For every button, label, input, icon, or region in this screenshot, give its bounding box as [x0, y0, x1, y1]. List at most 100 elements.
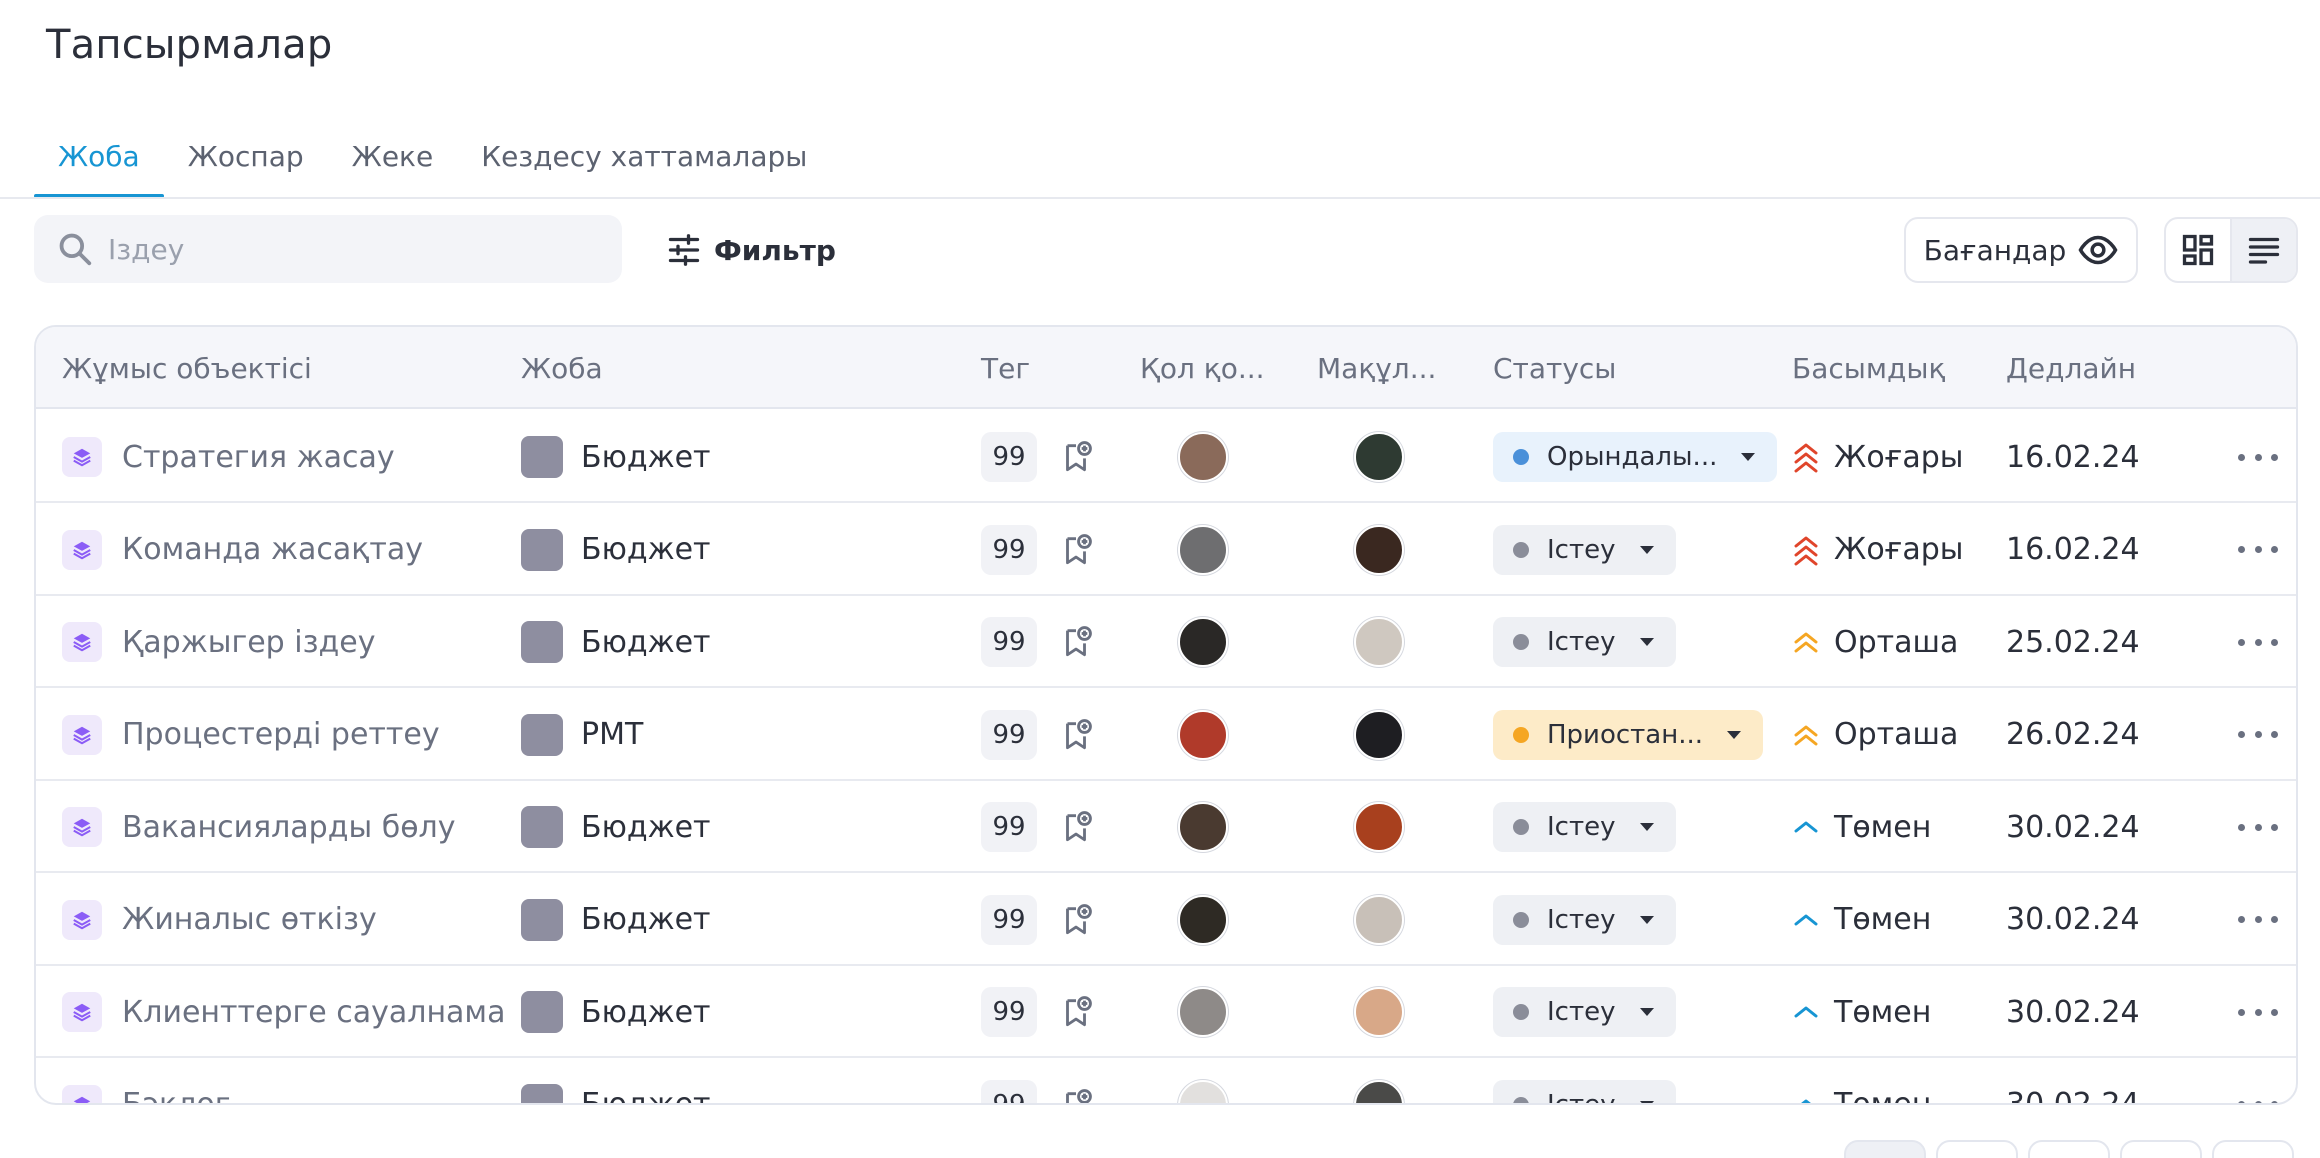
task-type-icon — [62, 807, 102, 847]
header-signed[interactable]: Қол қо... — [1140, 327, 1265, 409]
avatar[interactable] — [1178, 802, 1228, 852]
table-row[interactable]: Вакансияларды бөлу Бюджет 99 Істеу Төмен… — [36, 781, 2296, 873]
more-horizontal-icon[interactable] — [2238, 447, 2278, 467]
tab-meeting-minutes[interactable]: Кездесу хаттамалары — [457, 134, 831, 198]
bookmark-plus-icon[interactable] — [1059, 903, 1093, 937]
tag-count-badge[interactable]: 99 — [981, 617, 1037, 667]
header-task[interactable]: Жұмыс объектісі — [62, 327, 312, 409]
status-dropdown[interactable]: Істеу — [1493, 524, 1676, 575]
status-dropdown[interactable]: Істеу — [1493, 1079, 1676, 1103]
tag-count-badge[interactable]: 99 — [981, 802, 1037, 852]
bookmark-plus-icon[interactable] — [1059, 1088, 1093, 1106]
list-view-button[interactable] — [2230, 219, 2296, 281]
table-row[interactable]: Бэклог Бюджет 99 Істеу Төмен 30.02.24 — [36, 1059, 2296, 1106]
bookmark-plus-icon[interactable] — [1059, 625, 1093, 659]
avatar[interactable] — [1178, 524, 1228, 575]
sliders-icon — [668, 234, 700, 266]
header-tag[interactable]: Тег — [981, 327, 1030, 409]
task-name[interactable]: Клиенттерге сауалнама — [122, 995, 505, 1030]
status-dropdown[interactable]: Орындалы... — [1493, 432, 1778, 482]
status-dropdown[interactable]: Істеу — [1493, 987, 1676, 1037]
task-name[interactable]: Стратегия жасау — [122, 440, 395, 475]
pagination-button[interactable] — [2028, 1140, 2110, 1158]
avatar[interactable] — [1178, 617, 1228, 667]
table-row[interactable]: Стратегия жасау Бюджет 99 Орындалы... Жо… — [36, 411, 2296, 503]
tab-plan[interactable]: Жоспар — [164, 134, 328, 198]
tab-personal[interactable]: Жеке — [328, 134, 458, 198]
search-input[interactable] — [108, 232, 588, 266]
table-row[interactable]: Процестерді реттеу РМТ 99 Приостан... Ор… — [36, 689, 2296, 781]
avatar[interactable] — [1354, 617, 1404, 667]
grid-view-button[interactable] — [2166, 219, 2230, 281]
task-cell: Қаржыгер іздеу — [62, 596, 375, 688]
bookmark-plus-icon[interactable] — [1059, 718, 1093, 752]
status-dropdown[interactable]: Істеу — [1493, 894, 1676, 945]
more-horizontal-icon[interactable] — [2238, 540, 2278, 560]
task-name[interactable]: Бэклог — [122, 1087, 230, 1103]
header-priority[interactable]: Басымдық — [1792, 327, 1945, 409]
avatar[interactable] — [1178, 432, 1228, 482]
bookmark-plus-icon[interactable] — [1059, 995, 1093, 1029]
avatar[interactable] — [1178, 894, 1228, 945]
status-dot — [1513, 1096, 1529, 1103]
more-horizontal-icon[interactable] — [2238, 910, 2278, 930]
more-horizontal-icon[interactable] — [2238, 817, 2278, 837]
bookmark-plus-icon[interactable] — [1059, 810, 1093, 844]
table-row[interactable]: Клиенттерге сауалнама Бюджет 99 Істеу Тө… — [36, 966, 2296, 1058]
avatar[interactable] — [1178, 1079, 1228, 1103]
pagination-button[interactable] — [1844, 1140, 1926, 1158]
tag-count-badge[interactable]: 99 — [981, 1079, 1037, 1103]
table-row[interactable]: Команда жасақтау Бюджет 99 Істеу Жоғары … — [36, 504, 2296, 596]
status-dropdown[interactable]: Істеу — [1493, 802, 1676, 852]
task-name[interactable]: Команда жасақтау — [122, 532, 423, 567]
avatar[interactable] — [1354, 524, 1404, 575]
task-name[interactable]: Жиналыс өткізу — [122, 902, 377, 937]
deadline-date: 25.02.24 — [2006, 624, 2140, 660]
avatar[interactable] — [1178, 987, 1228, 1037]
header-deadline[interactable]: Дедлайн — [2006, 327, 2136, 409]
status-dropdown[interactable]: Істеу — [1493, 617, 1676, 667]
more-horizontal-icon[interactable] — [2238, 632, 2278, 652]
avatar[interactable] — [1354, 987, 1404, 1037]
avatar[interactable] — [1178, 709, 1228, 760]
more-horizontal-icon[interactable] — [2238, 1002, 2278, 1022]
search-box[interactable] — [34, 215, 622, 283]
tag-count-badge[interactable]: 99 — [981, 524, 1037, 575]
more-horizontal-icon[interactable] — [2238, 1095, 2278, 1103]
filter-button[interactable]: Фильтр — [666, 222, 836, 278]
deadline-cell: 16.02.24 — [2006, 411, 2140, 503]
status-label: Істеу — [1547, 997, 1616, 1027]
header-status[interactable]: Статусы — [1493, 327, 1616, 409]
status-dropdown[interactable]: Приостан... — [1493, 709, 1764, 760]
tag-count-badge[interactable]: 99 — [981, 894, 1037, 945]
more-horizontal-icon[interactable] — [2238, 725, 2278, 745]
task-name[interactable]: Процестерді реттеу — [122, 717, 440, 752]
task-name[interactable]: Қаржыгер іздеу — [122, 625, 375, 660]
tab-project[interactable]: Жоба — [34, 134, 164, 198]
table-row[interactable]: Жиналыс өткізу Бюджет 99 Істеу Төмен 30.… — [36, 874, 2296, 966]
avatar[interactable] — [1354, 709, 1404, 760]
tag-cell: 99 — [981, 411, 1093, 503]
bookmark-plus-icon[interactable] — [1059, 533, 1093, 567]
avatar[interactable] — [1354, 432, 1404, 482]
bookmark-plus-icon[interactable] — [1059, 440, 1093, 474]
avatar[interactable] — [1354, 894, 1404, 945]
avatar[interactable] — [1354, 802, 1404, 852]
tag-count-badge[interactable]: 99 — [981, 709, 1037, 760]
avatar[interactable] — [1354, 1079, 1404, 1103]
pagination-button[interactable] — [1936, 1140, 2018, 1158]
header-approved[interactable]: Мақұл... — [1317, 327, 1436, 409]
columns-button[interactable]: Бағандар — [1904, 217, 2138, 283]
pagination-button[interactable] — [2120, 1140, 2202, 1158]
header-project[interactable]: Жоба — [521, 327, 603, 409]
row-actions — [2238, 411, 2278, 503]
table-row[interactable]: Қаржыгер іздеу Бюджет 99 Істеу Орташа 25… — [36, 596, 2296, 688]
tag-count-badge[interactable]: 99 — [981, 432, 1037, 482]
priority-cell: Орташа — [1792, 596, 1958, 688]
project-color-square — [521, 713, 563, 756]
task-name[interactable]: Вакансияларды бөлу — [122, 810, 455, 845]
status-label: Істеу — [1547, 812, 1616, 842]
pagination-button[interactable] — [2212, 1140, 2294, 1158]
tag-count-badge[interactable]: 99 — [981, 987, 1037, 1037]
priority-label: Төмен — [1834, 994, 1932, 1030]
